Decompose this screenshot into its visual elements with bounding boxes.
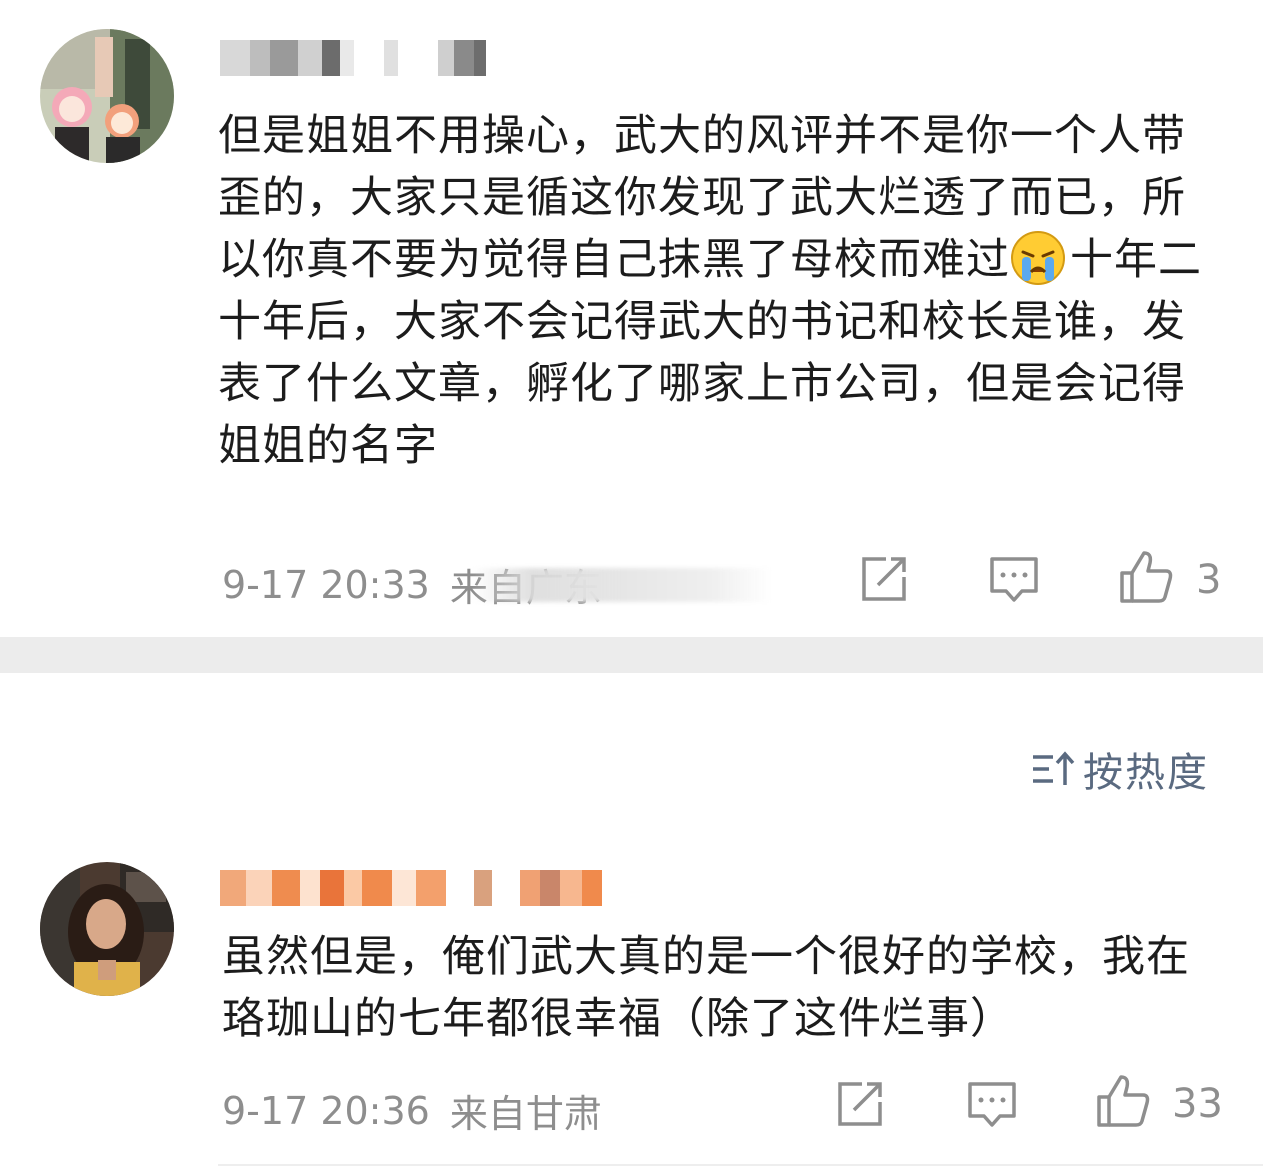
username-redacted[interactable] <box>220 868 602 908</box>
comment-time: 9-17 20:36 <box>222 1088 430 1133</box>
comment-location: 来自甘肃 <box>449 1092 602 1136</box>
avatar-anime-image <box>40 29 174 163</box>
comment-time: 9-17 20:33 <box>222 562 430 607</box>
section-divider <box>0 637 1263 673</box>
comment-meta: 9-17 20:33 来自广东 <box>222 557 772 612</box>
like-count: 33 <box>1172 1081 1223 1127</box>
comment-text: 但是姐姐不用操心，武大的风评并不是你一个人带歪的，大家只是循这你发现了武大烂透了… <box>218 105 1208 477</box>
thumbs-up-icon <box>1097 1075 1150 1127</box>
avatar[interactable] <box>40 862 174 996</box>
sort-label: 按热度 <box>1083 750 1209 796</box>
comment-meta: 9-17 20:36 来自甘肃 <box>222 1083 602 1138</box>
location-redaction <box>471 567 772 602</box>
comment-bubble-icon <box>990 557 1038 602</box>
avatar[interactable] <box>40 29 174 163</box>
username-redacted[interactable] <box>220 38 486 78</box>
sort-arrow-icon <box>1033 751 1075 785</box>
comment-feed: 但是姐姐不用操心，武大的风评并不是你一个人带歪的，大家只是循这你发现了武大烂透了… <box>0 0 1263 1174</box>
like-count: 3 <box>1196 557 1222 603</box>
reply-button[interactable] <box>986 551 1042 607</box>
share-edit-icon <box>838 1082 882 1126</box>
like-button[interactable] <box>1118 549 1174 605</box>
thumbs-up-icon <box>1120 551 1173 603</box>
crying-face-emoji-icon <box>1010 230 1066 286</box>
share-edit-icon <box>862 557 906 601</box>
comment-text: 虽然但是，俺们武大真的是一个很好的学校，我在珞珈山的七年都很幸福（除了这件烂事） <box>222 932 1190 1044</box>
comment-bubble-icon <box>968 1082 1016 1127</box>
avatar-photo-image <box>40 862 174 996</box>
bottom-divider <box>218 1164 1263 1166</box>
like-button[interactable] <box>1095 1073 1151 1129</box>
share-button[interactable] <box>856 551 912 607</box>
reply-button[interactable] <box>964 1076 1020 1132</box>
share-button[interactable] <box>832 1076 888 1132</box>
sort-by-hot-button[interactable]: 按热度 <box>1031 740 1209 798</box>
